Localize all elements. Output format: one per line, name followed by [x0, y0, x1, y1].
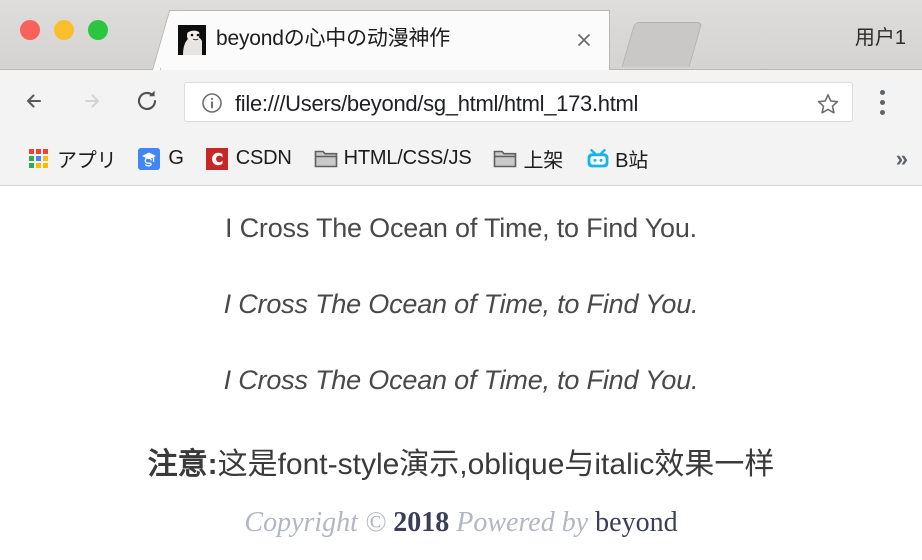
- folder-icon: [493, 148, 515, 170]
- tab-title: beyondの心中の动漫神作: [216, 22, 450, 52]
- arrow-left-icon: [20, 86, 50, 116]
- csdn-icon: [206, 148, 228, 170]
- footer-year: 2018: [393, 507, 449, 538]
- page-content: I Cross The Ocean of Time, to Find You. …: [0, 186, 922, 559]
- site-info-icon[interactable]: [201, 92, 223, 114]
- bookmark-google[interactable]: G: [127, 143, 194, 174]
- bookmark-folder-shangjia[interactable]: 上架: [482, 140, 574, 177]
- zoom-window-button[interactable]: [88, 20, 108, 40]
- tab-close-icon[interactable]: [572, 28, 596, 52]
- arrow-right-icon: [77, 86, 107, 116]
- text-line-normal: I Cross The Ocean of Time, to Find You.: [0, 213, 922, 244]
- menu-dot: [880, 90, 885, 95]
- browser-menu-button[interactable]: [880, 90, 886, 120]
- bookmark-csdn[interactable]: CSDN: [195, 143, 303, 174]
- forward-button: [75, 84, 109, 118]
- folder-icon: [314, 148, 336, 170]
- page-footer: Copyright © 2018 Powered by beyond: [0, 507, 922, 539]
- title-bar: beyondの心中の动漫神作 用户1: [0, 0, 922, 70]
- footer-powered-by: Powered by: [456, 507, 588, 538]
- apps-grid-icon: [29, 149, 49, 169]
- bookmark-label: アプリ: [57, 144, 116, 173]
- bookmark-apps[interactable]: アプリ: [18, 140, 127, 177]
- minimize-window-button[interactable]: [54, 20, 74, 40]
- text-line-italic: I Cross The Ocean of Time, to Find You.: [0, 289, 922, 320]
- bookmark-label: CSDN: [236, 147, 292, 170]
- close-window-button[interactable]: [20, 20, 40, 40]
- reload-button[interactable]: [130, 84, 164, 118]
- bilibili-icon: [585, 148, 607, 170]
- note-line: 注意:这是font-style演示,oblique与italic效果一样: [0, 439, 922, 483]
- back-button[interactable]: [18, 84, 52, 118]
- bookmarks-overflow-button[interactable]: »: [896, 146, 908, 172]
- menu-dot: [880, 100, 885, 105]
- browser-toolbar: file:///Users/beyond/sg_html/html_173.ht…: [0, 70, 922, 132]
- url-text: file:///Users/beyond/sg_html/html_173.ht…: [235, 91, 638, 117]
- address-bar[interactable]: file:///Users/beyond/sg_html/html_173.ht…: [184, 82, 853, 122]
- bookmark-bilibili[interactable]: B站: [574, 140, 659, 177]
- portrait-favicon: [178, 25, 206, 55]
- bookmark-folder-html-css-js[interactable]: HTML/CSS/JS: [303, 143, 483, 174]
- window-traffic-lights: [20, 20, 108, 40]
- google-icon: [138, 148, 160, 170]
- user-profile-label[interactable]: 用户1: [855, 21, 906, 50]
- bookmark-label: G: [168, 147, 183, 170]
- footer-author: beyond: [595, 507, 677, 538]
- bookmark-label: HTML/CSS/JS: [344, 147, 472, 170]
- footer-copyright: Copyright ©: [244, 507, 386, 538]
- bookmark-label: B站: [615, 144, 648, 173]
- new-tab-button[interactable]: [622, 22, 703, 67]
- note-body: 这是font-style演示,oblique与italic效果一样: [218, 448, 775, 481]
- bookmark-label: 上架: [523, 144, 563, 173]
- note-prefix: 注意:: [148, 448, 218, 481]
- bookmarks-bar: アプリ G CSDN HTML/CSS/JS: [0, 132, 922, 186]
- star-icon[interactable]: [816, 92, 840, 116]
- menu-dot: [880, 110, 885, 115]
- reload-icon: [132, 86, 162, 116]
- text-line-oblique: I Cross The Ocean of Time, to Find You.: [0, 365, 922, 396]
